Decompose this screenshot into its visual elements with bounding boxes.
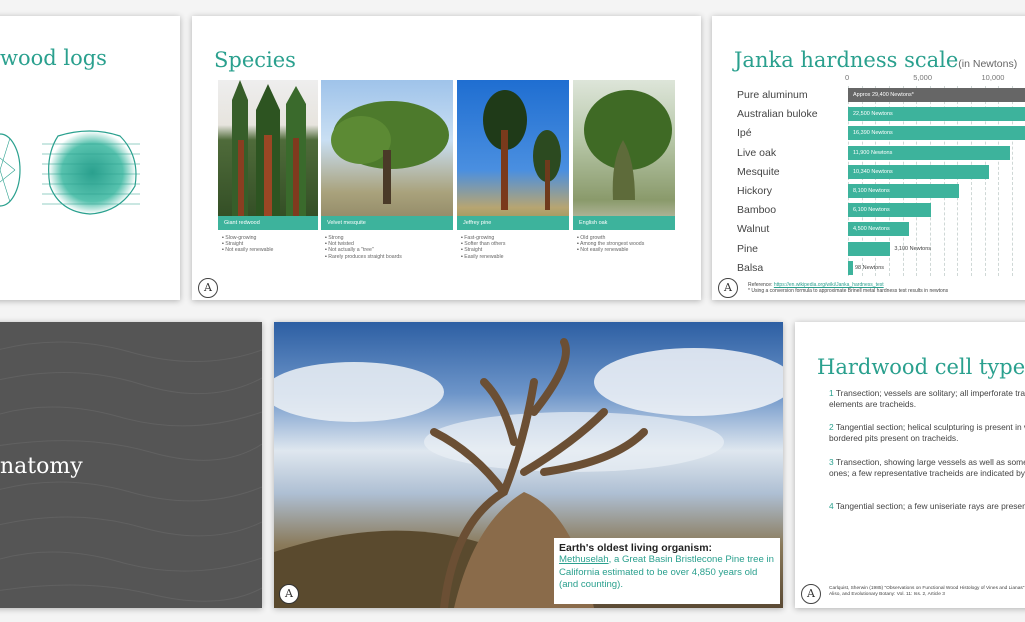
slide-janka-hardness[interactable]: Janka hardness scale(in Newtons) 0 5,000 1… — [712, 16, 1025, 300]
slide-title: Species — [214, 48, 296, 72]
mesquite-photo — [331, 101, 449, 204]
chart-unit: (in Newtons) — [958, 58, 1018, 70]
slide-species[interactable]: Species Giant redwood Slow-growingStraig… — [192, 16, 701, 300]
cell-type-item: 4 Tangential section; a few uniseriate r… — [829, 501, 1025, 511]
log-cross-section-illustration — [0, 130, 140, 215]
category-label: Ipé — [737, 127, 752, 140]
bar-value-label: 6,100 Newtons — [853, 207, 890, 214]
species-caption: English oak — [573, 216, 675, 230]
species-caption: Velvet mesquite — [321, 216, 453, 230]
slide-anatomy[interactable]: natomy — [0, 322, 262, 608]
category-label: Pure aluminum — [737, 89, 808, 101]
caption-heading: Earth's oldest living organism: — [559, 542, 713, 554]
bar-value-label: 8,100 Newtons — [853, 188, 890, 194]
cell-type-item: 3 Transection, showing large vessels as … — [829, 457, 1025, 478]
species-bullets: StrongNot twistedNot actually a "tree"Ra… — [325, 235, 402, 260]
bar-value-label: 16,390 Newtons — [853, 130, 893, 137]
bar-value-label: 3,100 Newtons — [894, 245, 932, 252]
slide-title: natomy — [0, 454, 83, 479]
species-card-jeffrey-pine: Jeffrey pine — [457, 80, 569, 230]
category-label: Bamboo — [737, 204, 777, 217]
caption-box: Earth's oldest living organism: Methusel… — [554, 538, 780, 604]
chart-title: Janka hardness scale(in Newtons) — [734, 48, 1018, 72]
brand-logo: A — [198, 278, 218, 298]
category-label: Australian buloke — [737, 108, 818, 121]
brand-logo: A — [718, 278, 738, 298]
species-card-velvet-mesquite: Velvet mesquite — [321, 80, 453, 230]
slide-reference: Carlquist, Sherwin (1985) "Observations … — [829, 586, 1025, 597]
slide-title: Hardwood cell types — [817, 355, 1025, 379]
species-card-giant-redwood: Giant redwood — [218, 80, 318, 230]
slide-title: wood logs — [0, 46, 107, 70]
category-label: Balsa — [737, 261, 764, 274]
species-bullets: Old growthAmong the strongest woodsNot e… — [577, 235, 644, 254]
oak-photo — [584, 90, 672, 200]
slide-wood-logs[interactable]: wood logs — [0, 16, 180, 300]
species-caption: Giant redwood — [218, 216, 318, 230]
species-card-english-oak: English oak — [573, 80, 675, 230]
brand-logo: A — [279, 584, 299, 604]
category-label: Pine — [737, 242, 759, 255]
methuselah-link[interactable]: Methuselah — [559, 554, 609, 565]
bar-value-label: 98 Newtons — [855, 264, 885, 271]
cell-type-item: 2 Tangential section; helical sculpturin… — [829, 422, 1025, 443]
bar-value-label: Approx 29,400 Newtons* — [853, 92, 914, 98]
category-label: Mesquite — [737, 165, 780, 178]
species-bullets: Fast-growingSofter than othersStraightEa… — [461, 235, 505, 260]
chart-footnote: * Using a conversion formula to approxim… — [748, 288, 949, 294]
x-tick-label: 10,000 — [981, 73, 1005, 82]
category-label: Hickory — [737, 185, 773, 197]
brand-logo: A — [801, 584, 821, 604]
x-tick-label: 5,000 — [913, 73, 933, 82]
pine-photo — [483, 90, 561, 210]
bar-value-label: 22,500 Newtons — [853, 111, 893, 118]
redwood-photo — [232, 80, 306, 216]
cell-type-item: 1 Transection; vessels are solitary; all… — [829, 388, 1025, 409]
bar — [848, 260, 853, 275]
bar-value-label: 11,900 Newtons — [853, 149, 893, 156]
species-bullets: Slow-growingStraightNot easily renewable — [222, 235, 273, 254]
caption-body: Methuselah, a Great Basin Bristlecone Pi… — [559, 554, 774, 591]
x-tick-label: 0 — [845, 73, 850, 82]
slide-hardwood-cell-types[interactable]: Hardwood cell types 1 Transection; vesse… — [795, 322, 1025, 608]
category-label: Walnut — [737, 223, 770, 236]
bar — [848, 241, 891, 256]
category-label: Live oak — [737, 146, 777, 159]
bar-value-label: 10,340 Newtons — [853, 168, 893, 175]
species-caption: Jeffrey pine — [457, 216, 569, 230]
bar-value-label: 4,500 Newtons — [853, 226, 890, 233]
slide-methuselah[interactable]: Earth's oldest living organism: Methusel… — [274, 322, 783, 608]
